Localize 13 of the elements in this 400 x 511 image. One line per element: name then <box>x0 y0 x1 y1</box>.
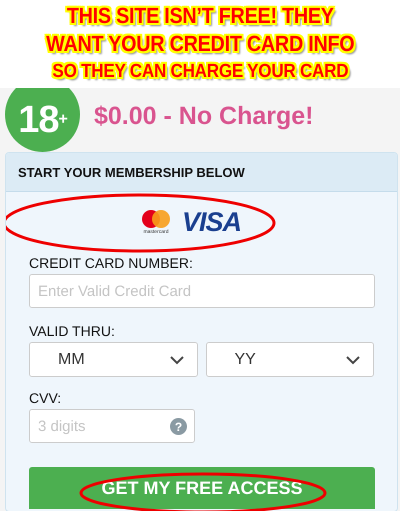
field-label: CREDIT CARD NUMBER: <box>29 254 194 273</box>
chevron-down-icon <box>168 354 184 364</box>
date-select[interactable]: MM <box>29 342 198 377</box>
field-label: VALID THRU: <box>29 322 116 341</box>
card-logo: VISA <box>182 206 242 238</box>
card-number-field[interactable]: Enter Valid Credit Card <box>29 274 375 308</box>
field-label: CVV: <box>29 389 62 408</box>
date-select[interactable]: YY <box>206 342 374 377</box>
panel-title: START YOUR MEMBERSHIP BELOW <box>18 164 245 180</box>
warning-text: WANT YOUR CREDIT CARD INFO <box>46 30 354 58</box>
chevron-down-icon <box>345 354 361 364</box>
price-text: $0.00 - No Charge! <box>94 102 314 130</box>
warning-text: THIS SITE ISN’T FREE! THEY <box>66 2 334 30</box>
